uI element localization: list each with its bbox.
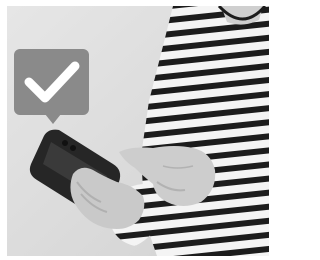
photo-frame	[7, 6, 269, 256]
stock-photo	[7, 6, 269, 256]
right-arm	[203, 151, 269, 224]
check-badge	[14, 49, 89, 124]
